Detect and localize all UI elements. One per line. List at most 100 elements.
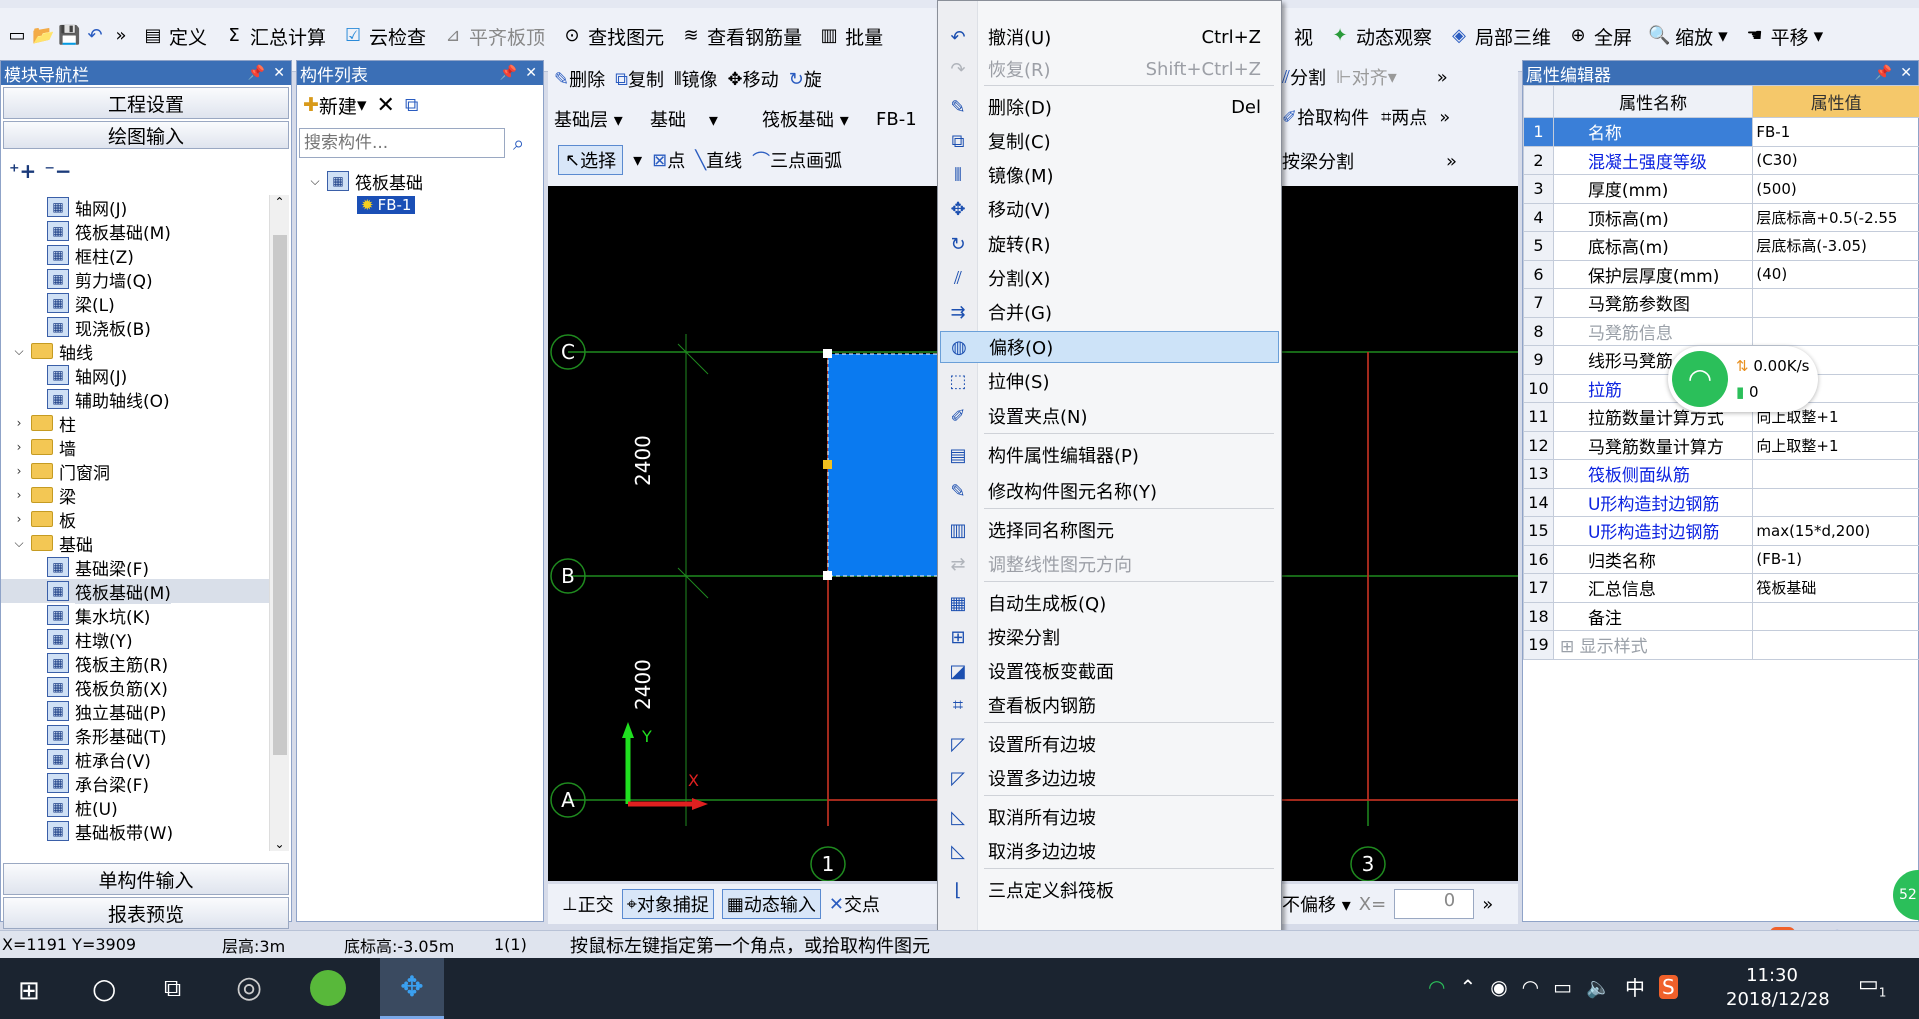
tree-folder[interactable]: › 板 xyxy=(1,507,269,532)
menu-item-section[interactable]: ◪ 设置筏板变截面 xyxy=(940,655,1279,687)
property-row[interactable]: 17 汇总信息 筏板基础 xyxy=(1523,573,1919,603)
single-component-input-button[interactable]: 单构件输入 xyxy=(3,863,289,895)
fullscreen-button[interactable]: ⊕ 全屏 xyxy=(1561,18,1638,54)
open-folder-icon[interactable]: 📂 xyxy=(32,25,54,47)
property-row[interactable]: 13 筏板侧面纵筋 xyxy=(1523,459,1919,489)
local-3d-button[interactable]: ◈ 局部三维 xyxy=(1442,18,1557,54)
flush-slab-top-button[interactable]: ⊿ 平齐板顶 xyxy=(436,18,551,54)
chevron-down-icon[interactable]: ▾ xyxy=(633,150,642,171)
more-icon[interactable]: » xyxy=(110,25,132,47)
expand-icon[interactable]: ⊞ xyxy=(1560,637,1580,657)
app-icon[interactable]: ◎ xyxy=(236,970,262,1005)
ortho-toggle[interactable]: ⊥ 正交 xyxy=(562,891,614,917)
menu-item-mirror[interactable]: ⫴ 镜像(M) xyxy=(940,159,1279,191)
tree-folder[interactable]: ⌵ 轴线 xyxy=(1,339,269,364)
zoom-button[interactable]: 🔍 缩放 ▾ xyxy=(1642,18,1734,54)
more-icon[interactable]: » xyxy=(1446,151,1457,172)
pick-component-button[interactable]: ✐ 拾取构件 xyxy=(1282,104,1369,130)
more-icon[interactable]: » xyxy=(1437,67,1448,88)
property-value[interactable] xyxy=(1752,601,1919,631)
close-icon[interactable]: ✕ xyxy=(273,65,285,81)
tree-folder[interactable]: ⌵ 基础 xyxy=(1,531,269,556)
property-value[interactable]: 向上取整+1 xyxy=(1752,430,1919,460)
scroll-thumb[interactable] xyxy=(273,235,287,755)
property-value[interactable] xyxy=(1752,316,1919,346)
tree-item[interactable]: ▦ 基础梁(F) xyxy=(1,555,269,580)
collapse-all-icon[interactable]: ⁻− xyxy=(44,159,71,183)
menu-item-move[interactable]: ✥ 移动(V) xyxy=(940,193,1279,225)
project-settings-button[interactable]: 工程设置 xyxy=(3,87,289,119)
ime-indicator[interactable]: 中 xyxy=(1625,972,1645,1001)
expand-icon[interactable]: › xyxy=(11,464,27,478)
property-value[interactable]: FB-1 xyxy=(1752,117,1919,147)
intersection-toggle[interactable]: ✕ 交点 xyxy=(829,891,880,917)
tree-item[interactable]: ▦ 轴网(J) xyxy=(1,363,269,388)
menu-item-beam-split[interactable]: ⊞ 按梁分割 xyxy=(940,621,1279,653)
undo-icon[interactable]: ↶ xyxy=(84,25,106,47)
tree-item[interactable]: ▦ 剪力墙(Q) xyxy=(1,267,269,292)
property-row[interactable]: 6 保护层厚度(mm) (40) xyxy=(1523,259,1919,289)
tree-folder[interactable]: › 墙 xyxy=(1,435,269,460)
dynamic-observe-button[interactable]: ✦ 动态观察 xyxy=(1323,18,1438,54)
menu-item-three-point[interactable]: ⌊ 三点定义斜筏板 xyxy=(940,874,1279,906)
arc-button[interactable]: ⌒ 三点画弧 xyxy=(752,147,842,173)
select-button[interactable]: ↖ 选择 xyxy=(558,145,624,175)
align-button[interactable]: ⊩ 对齐 ▾ xyxy=(1336,64,1397,90)
network-icon[interactable]: ◠ xyxy=(1522,975,1539,999)
property-value[interactable]: (500) xyxy=(1752,174,1919,204)
property-value[interactable]: (40) xyxy=(1752,259,1919,289)
more-icon[interactable]: » xyxy=(1482,894,1493,915)
tree-item[interactable]: ▦ 轴网(J) xyxy=(1,195,269,220)
search-icon[interactable]: ⌕ xyxy=(513,131,524,155)
menu-item-view-rebar[interactable]: ⌗ 查看板内钢筋 xyxy=(940,689,1279,721)
property-row[interactable]: 19 ⊞ 显示样式 xyxy=(1523,630,1919,660)
property-row[interactable]: 7 马凳筋参数图 xyxy=(1523,288,1919,318)
collapse-icon[interactable]: ⌵ xyxy=(307,174,323,189)
tree-item[interactable]: ▦ 基础板带(W) xyxy=(1,819,269,844)
expand-icon[interactable]: › xyxy=(11,440,27,454)
beam-split-button[interactable]: 按梁分割 xyxy=(1282,148,1354,174)
menu-item-select-same[interactable]: ▥ 选择同名称图元 xyxy=(940,514,1279,546)
tree-item[interactable]: ▦ 独立基础(P) xyxy=(1,699,269,724)
property-row[interactable]: 15 U形构造封边钢筋 max(15*d,200) xyxy=(1523,516,1919,546)
property-row[interactable]: 4 顶标高(m) 层底标高+0.5(-2.55 xyxy=(1523,202,1919,232)
windows-start-icon[interactable]: ⊞ xyxy=(18,976,40,1006)
tree-folder[interactable]: › 梁 xyxy=(1,483,269,508)
scroll-down-icon[interactable]: ⌄ xyxy=(270,837,289,851)
property-value[interactable]: max(15*d,200) xyxy=(1752,516,1919,546)
property-row[interactable]: 16 归类名称 (FB-1) xyxy=(1523,544,1919,574)
property-row[interactable]: 8 马凳筋信息 xyxy=(1523,316,1919,346)
tree-item[interactable]: ▦ 框柱(Z) xyxy=(1,243,269,268)
chevron-up-icon[interactable]: ⌃ xyxy=(1459,975,1476,999)
tray-app-icon[interactable]: ◉ xyxy=(1490,975,1507,999)
network-speed-widget[interactable]: ◠ ⇅ 0.00K/s ▮ 0 xyxy=(1668,346,1818,412)
menu-item-auto-slab[interactable]: ▦ 自动生成板(Q) xyxy=(940,587,1279,619)
clock[interactable]: 11:30 2018/12/28 xyxy=(1726,964,1830,1012)
new-file-icon[interactable]: ▭ xyxy=(6,25,28,47)
notification-icon[interactable]: ▭1 xyxy=(1858,972,1886,999)
mirror-button[interactable]: ⫴ 镜像 xyxy=(674,66,718,92)
tree-item[interactable]: ▦ 承台梁(F) xyxy=(1,771,269,796)
menu-item-undo[interactable]: ↶ 撤消(U) Ctrl+Z xyxy=(940,21,1279,53)
property-value[interactable] xyxy=(1752,288,1919,318)
property-value[interactable] xyxy=(1752,487,1919,517)
wifi-tray-icon[interactable]: ◠ xyxy=(1428,975,1445,999)
property-value[interactable]: (FB-1) xyxy=(1752,544,1919,574)
two-point-button[interactable]: ⌗ 两点 xyxy=(1381,104,1427,130)
menu-item-delete[interactable]: ✎ 删除(D) Del xyxy=(940,91,1279,123)
battery-icon[interactable]: ▭ xyxy=(1553,975,1572,999)
menu-item-stretch[interactable]: ⬚ 拉伸(S) xyxy=(940,365,1279,397)
tree-item[interactable]: ▦ 筏板基础(M) xyxy=(1,578,269,604)
volume-icon[interactable]: 🔈 xyxy=(1586,975,1611,999)
tree-item[interactable]: ▦ 筏板负筋(X) xyxy=(1,675,269,700)
menu-item-redo[interactable]: ↷ 恢复(R) Shift+Ctrl+Z xyxy=(940,53,1279,85)
property-row[interactable]: 12 马凳筋数量计算方 向上取整+1 xyxy=(1523,430,1919,460)
menu-item-slope-all[interactable]: ◸ 设置所有边坡 xyxy=(940,728,1279,760)
copy-icon[interactable]: ⧉ xyxy=(405,94,419,116)
collapse-icon[interactable]: ⌵ xyxy=(11,536,27,551)
expand-icon[interactable]: › xyxy=(11,512,27,526)
glodon-app-icon[interactable]: ✥ xyxy=(380,958,444,1019)
browser-icon[interactable] xyxy=(310,970,346,1006)
menu-item-copy[interactable]: ⧉ 复制(C) xyxy=(940,125,1279,157)
floor-select[interactable]: 基础层 ▾ xyxy=(554,106,642,132)
